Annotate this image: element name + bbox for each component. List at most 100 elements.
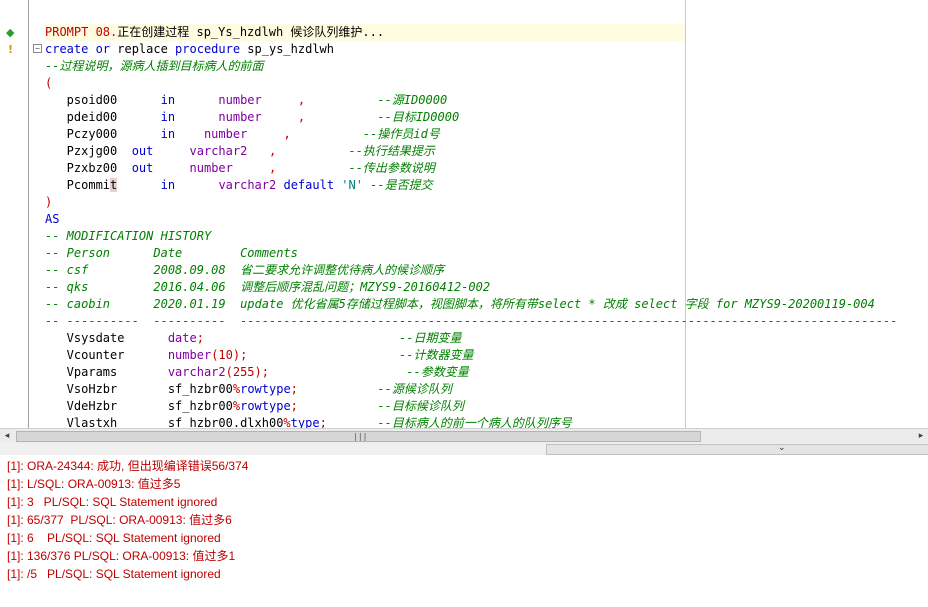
code-line[interactable]: create or replace procedure sp_ys_hzdlwh (45, 41, 334, 58)
code-token: Pczy000 (45, 127, 161, 141)
code-line[interactable]: -- csf 2008.09.08 省二要求允许调整优待病人的候诊顺序 (45, 262, 444, 279)
code-line[interactable]: Pczy000 in number , --操作员id号 (45, 126, 440, 143)
code-token: Vsysdate (45, 331, 168, 345)
code-line[interactable]: Vparams varchar2(255); --参数变量 (45, 364, 469, 381)
code-line[interactable]: VdeHzbr sf_hzbr00%rowtype; --目标候诊队列 (45, 398, 464, 415)
code-token: out (131, 161, 154, 175)
code-token: -- csf 2008.09.08 省二要求允许调整优待病人的候诊顺序 (45, 263, 445, 277)
code-line[interactable]: ) (45, 194, 52, 211)
horizontal-scrollbar[interactable]: ◂ ||| ▸ (0, 428, 928, 443)
code-line[interactable]: Pzxjg00 out varchar2 , --执行结果提示 (45, 143, 435, 160)
code-token: create or (45, 42, 118, 56)
code-line[interactable]: ( (45, 75, 52, 92)
code-token: ; (196, 331, 204, 345)
code-token: Vparams (45, 365, 168, 379)
code-line[interactable]: Vlastxh sf_hzbr00.dlxh00%type; --目标病人的前一… (45, 415, 572, 428)
code-token: rowtype (240, 399, 291, 413)
code-token: --传出参数说明 (348, 161, 435, 175)
code-token: in (160, 93, 176, 107)
code-token: -- qks 2016.04.06 调整后顺序混乱问题；MZYS9-201604… (45, 280, 491, 294)
code-token: varchar2 (167, 365, 226, 379)
code-token: VsoHzbr (45, 382, 168, 396)
code-line[interactable]: -- ---------- ---------- ---------------… (45, 313, 898, 330)
code-token: -- MODIFICATION HISTORY (45, 229, 212, 243)
code-token: in (160, 127, 176, 141)
code-token: in (160, 110, 176, 124)
code-line[interactable]: -- caobin 2020.01.19 update 优化省属5存储过程脚本，… (45, 296, 875, 313)
code-token: ( (45, 76, 53, 90)
fold-toggle-icon[interactable]: − (33, 44, 42, 53)
code-line[interactable]: -- MODIFICATION HISTORY (45, 228, 211, 245)
code-token: varchar2 (218, 178, 284, 192)
scroll-thumb[interactable]: ||| (16, 431, 701, 442)
compile-message[interactable]: [1]: ORA-24344: 成功, 但出现编译错误56/374 (7, 457, 248, 475)
code-line[interactable]: Pcommit in varchar2 default 'N' --是否提交 (45, 177, 433, 194)
code-token: replace (117, 42, 176, 56)
code-token: ; (290, 382, 298, 396)
code-token: (10); (211, 348, 248, 362)
compile-message[interactable]: [1]: /5 PL/SQL: SQL Statement ignored (7, 565, 221, 583)
code-token: PROMPT 08. (45, 25, 118, 39)
code-token: Pzxjg00 (45, 144, 132, 158)
scroll-right-icon[interactable]: ▸ (914, 429, 928, 443)
code-token: type (290, 416, 320, 428)
splitter-handle[interactable] (546, 444, 928, 455)
code-token: --源ID0000 (377, 93, 448, 107)
code-token: date (167, 331, 197, 345)
code-token: --执行结果提示 (348, 144, 435, 158)
editor-gutter (0, 0, 44, 428)
code-line[interactable]: pdeid00 in number , --目标ID0000 (45, 109, 460, 126)
warning-marker-icon[interactable]: ! (8, 43, 13, 56)
code-token: number (218, 110, 262, 124)
code-token: number (189, 161, 233, 175)
code-line[interactable]: Vsysdate date; --日期变量 (45, 330, 462, 347)
compile-message[interactable]: [1]: 6 PL/SQL: SQL Statement ignored (7, 529, 221, 547)
code-token: psoid00 (45, 93, 161, 107)
code-token: varchar2 (189, 144, 248, 158)
code-token: , (283, 127, 291, 141)
code-token: --目标候诊队列 (377, 399, 464, 413)
code-line[interactable]: VsoHzbr sf_hzbr00%rowtype; --源候诊队列 (45, 381, 452, 398)
compile-message[interactable]: [1]: 65/377 PL/SQL: ORA-00913: 值过多6 (7, 511, 232, 529)
breakpoint-marker-icon[interactable]: ◆ (6, 26, 14, 39)
code-token: sf_hzbr00.dlxh00 (167, 416, 284, 428)
compile-message[interactable]: [1]: 3 PL/SQL: SQL Statement ignored (7, 493, 217, 511)
code-line[interactable]: psoid00 in number , --源ID0000 (45, 92, 448, 109)
compile-message[interactable]: [1]: 136/376 PL/SQL: ORA-00913: 值过多1 (7, 547, 235, 565)
scroll-left-icon[interactable]: ◂ (0, 429, 14, 443)
code-token: % (283, 416, 291, 428)
code-line[interactable]: Pzxbz00 out number , --传出参数说明 (45, 160, 435, 177)
splitter-chevron-icon[interactable]: ⌄ (778, 443, 786, 453)
code-token: sp_ys_hzdlwh (247, 42, 334, 56)
code-token: sf_hzbr00 (167, 399, 233, 413)
code-line[interactable]: -- qks 2016.04.06 调整后顺序混乱问题；MZYS9-201604… (45, 279, 490, 296)
code-token: --目标病人的前一个病人的队列序号 (377, 416, 572, 428)
code-line[interactable]: -- Person Date Comments (45, 245, 298, 262)
code-token: Vcounter (45, 348, 168, 362)
sql-code-editor[interactable]: PROMPT 08.正在创建过程 sp_Ys_hzdlwh 候诊队列维护... c… (45, 24, 928, 428)
code-token: sf_hzbr00 (167, 382, 233, 396)
code-token: -- caobin 2020.01.19 update 优化省属5存储过程脚本，… (45, 297, 875, 311)
compile-message[interactable]: [1]: L/SQL: ORA-00913: 值过多5 (7, 475, 180, 493)
code-line[interactable]: Vcounter number(10); --计数器变量 (45, 347, 474, 364)
code-token: number (218, 93, 262, 107)
code-line[interactable]: --过程说明，源病人插到目标病人的前面 (45, 58, 263, 75)
code-token: in (160, 178, 176, 192)
code-line[interactable]: PROMPT 08.正在创建过程 sp_Ys_hzdlwh 候诊队列维护... (45, 24, 685, 41)
code-token: Vlastxh (45, 416, 168, 428)
code-line[interactable]: AS (45, 211, 59, 228)
